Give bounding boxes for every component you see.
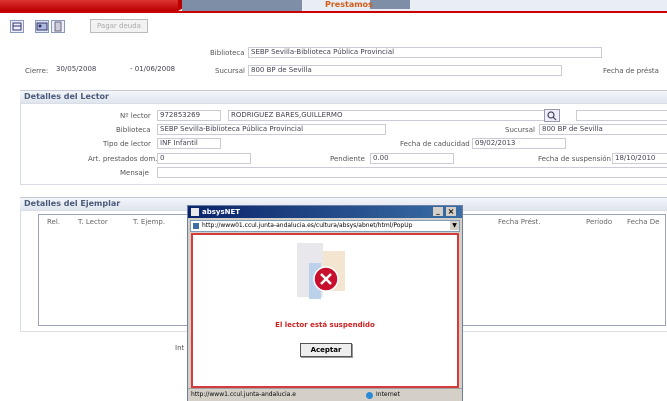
alert-popup-window: absysNET _ × http://www01.ccul.junta-and… [187,205,463,401]
tab-underline [0,11,667,13]
message-label: Mensaje [120,169,149,177]
reader-library-field[interactable]: SEBP Sevilla-Biblioteca Pública Provinci… [157,124,386,135]
closing-to: - 01/06/2008 [128,65,194,74]
status-url: http://www1.ccul.junta-andalucia.e [191,391,296,398]
reader-type-field[interactable]: INF Infantil [157,138,221,149]
reader-card-icon[interactable] [35,20,49,33]
accept-button[interactable]: Aceptar [300,343,352,357]
message-field[interactable] [157,167,667,178]
suspension-date-label: Fecha de suspensión [538,155,611,163]
popup-address-bar[interactable]: http://www01.ccul.junta-andalucia.es/cul… [190,220,460,232]
library-label: Biblioteca [210,49,245,57]
col-item-type[interactable]: T. Ejemp. [133,218,165,226]
reader-branch-field[interactable]: 800 BP de Sevilla [539,124,667,135]
tab-separator [182,0,302,11]
tab-circulacion[interactable] [0,0,198,11]
reader-type-label: Tipo de lector [103,140,151,148]
library-field[interactable]: SEBP Sevilla-Biblioteca Pública Provinci… [248,47,602,58]
grid-icon[interactable] [10,20,24,33]
pending-field[interactable]: 0.00 [370,153,454,164]
alert-message: El lector está suspendido [275,321,375,329]
reader-name-field[interactable]: RODRIGUEZ BARES,GUILLERMO [228,110,547,121]
reader-branch-label: Sucursal [505,126,535,134]
col-reader-type[interactable]: T. Lector [78,218,108,226]
pending-label: Pendiente [330,155,365,163]
popup-titlebar[interactable]: absysNET _ × [188,206,462,218]
branch-field[interactable]: 800 BP de Sevilla [248,65,562,76]
col-period[interactable]: Período [586,218,612,226]
footer-text: Int [175,344,185,352]
tab-separator-2 [370,0,410,9]
book-icon[interactable] [51,20,65,33]
loaned-items-label: Art. prestados dom. [88,155,158,163]
search-icon[interactable] [544,109,560,122]
reader-details-header: Detalles del Lector [20,90,667,103]
status-zone: Internet [376,391,400,398]
minimize-button[interactable]: _ [433,207,443,216]
reader-library-label: Biblioteca [116,126,151,134]
col-return-date[interactable]: Fecha De [627,218,659,226]
globe-icon [366,392,373,399]
loan-date-label: Fecha de présta [603,67,659,75]
suspension-date-field[interactable]: 18/10/2010 [612,153,667,164]
col-rel[interactable]: Rel. [47,218,60,226]
popup-content: El lector está suspendido Aceptar [191,233,459,388]
closing-label: Cierre: [25,67,49,75]
chevron-down-icon[interactable]: ▼ [450,221,459,230]
col-loan-date[interactable]: Fecha Prést. [498,218,541,226]
popup-address: http://www01.ccul.junta-andalucia.es/cul… [202,222,413,229]
popup-title: absysNET [202,208,241,216]
reader-number-label: Nº lector [120,112,151,120]
branch-label: Sucursal [215,67,245,75]
closing-from: 30/05/2008 [54,65,124,74]
app-icon [191,208,199,216]
expiry-date-label: Fecha de caducidad [400,140,470,148]
page-icon [193,223,199,229]
reader-extra-field[interactable] [576,110,667,121]
tab-prestamos[interactable]: Prestamos [325,0,373,9]
error-graphic [297,243,345,299]
loaned-items-field[interactable]: 0 [157,153,251,164]
popup-status-bar: http://www1.ccul.junta-andalucia.e Inter… [188,388,462,401]
expiry-date-field[interactable]: 09/02/2013 [472,138,566,149]
reader-number-field[interactable]: 972853269 [157,110,221,121]
pay-debt-button[interactable]: Pagar deuda [90,19,148,33]
close-button[interactable]: × [446,207,456,216]
